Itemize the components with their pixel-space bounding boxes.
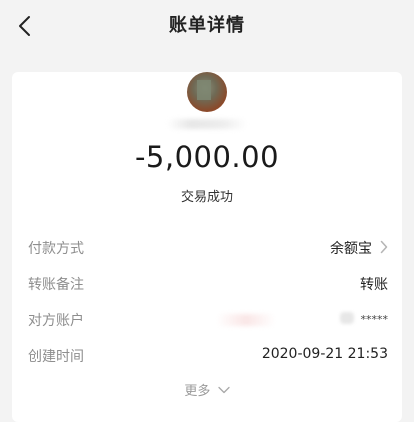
avatar-blur <box>197 80 211 100</box>
account-blur <box>216 314 276 326</box>
chevron-right-icon <box>380 240 388 254</box>
avatar <box>187 72 227 112</box>
detail-row-counterparty-account: 对方账户 ***** <box>28 308 388 332</box>
transaction-amount: -5,000.00 <box>134 140 280 174</box>
bill-detail-card: -5,000.00 交易成功 付款方式 余额宝 转账备注 转账 对方账户 ***… <box>12 72 402 422</box>
detail-value: 转账 <box>360 277 388 293</box>
detail-row-created-time: 创建时间 2020-09-21 21:53 <box>28 344 388 368</box>
detail-label: 创建时间 <box>28 349 84 365</box>
detail-row-payment-method[interactable]: 付款方式 余额宝 <box>28 236 388 260</box>
chevron-down-icon <box>217 386 230 394</box>
detail-value: 余额宝 <box>330 241 372 257</box>
more-label: 更多 <box>184 384 211 399</box>
detail-label: 付款方式 <box>28 241 84 257</box>
transaction-status: 交易成功 <box>180 190 233 205</box>
account-blur-small <box>340 312 354 324</box>
detail-value: ***** <box>360 313 389 326</box>
detail-value: 2020-09-21 21:53 <box>261 346 388 362</box>
more-button[interactable]: 更多 <box>12 380 402 399</box>
page-title: 账单详情 <box>169 15 245 36</box>
detail-row-remark: 转账备注 转账 <box>28 272 388 296</box>
header-bar: 账单详情 <box>0 0 414 52</box>
detail-label: 对方账户 <box>28 313 84 329</box>
detail-label: 转账备注 <box>28 277 84 293</box>
counterparty-name-blurred <box>167 119 247 129</box>
